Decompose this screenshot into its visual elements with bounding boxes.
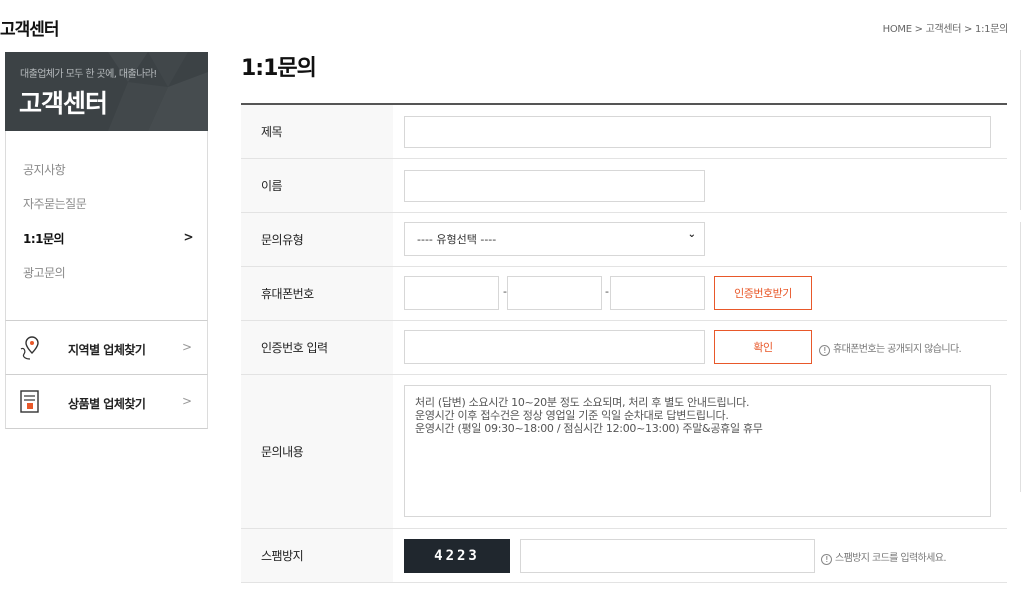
note-text: 휴대폰번호는 공개되지 않습니다. [833, 344, 962, 355]
phone-part3-input[interactable] [610, 276, 705, 310]
sidebar-item-advertising[interactable]: 광고문의 [23, 264, 193, 281]
captcha-code: 4223 [404, 539, 510, 573]
spam-note: ! 스팸방지 코드를 입력하세요. [821, 549, 947, 565]
section-title: 고객센터 [0, 20, 60, 40]
phone-part2-input[interactable] [507, 276, 602, 310]
chevron-right-icon: > [182, 340, 193, 354]
phone-label: 휴대폰번호 [241, 267, 393, 320]
request-code-button[interactable]: 인증번호받기 [714, 276, 812, 310]
banner-title: 고객센터 [19, 89, 108, 118]
side-panel-edge [1020, 222, 1024, 492]
phone-privacy-note: ! 휴대폰번호는 공개되지 않습니다. [819, 340, 962, 356]
finder-label: 지역별 업체찾기 [68, 343, 146, 357]
select-value: ---- 유형선택 ---- [417, 233, 497, 246]
sidebar-menu: 공지사항 자주묻는질문 1:1문의 > 광고문의 [5, 131, 208, 321]
verification-code-input[interactable] [404, 330, 705, 364]
breadcrumb: HOME > 고객센터 > 1:1문의 [882, 24, 1009, 35]
chevron-down-icon: ⌄ [687, 229, 696, 240]
form-row-type: 문의유형 ---- 유형선택 ---- ⌄ [241, 213, 1007, 267]
find-by-region-link[interactable]: 지역별 업체찾기 > [5, 321, 208, 375]
document-icon [20, 390, 39, 413]
page-title: 1:1문의 [241, 56, 317, 81]
captcha-input[interactable] [520, 539, 815, 573]
sidebar-item-inquiry[interactable]: 1:1문의 > [23, 230, 193, 247]
chevron-right-icon: > [183, 230, 193, 244]
find-by-product-link[interactable]: 상품별 업체찾기 > [5, 375, 208, 429]
phone-dash: - [605, 285, 609, 298]
inquiry-content-textarea[interactable]: 처리 (답변) 소요시간 10~20분 정도 소요되며, 처리 후 별도 안내드… [404, 385, 991, 517]
subject-label: 제목 [241, 105, 393, 158]
sidebar-item-label: 자주묻는질문 [23, 197, 87, 211]
form-row-code: 인증번호 입력 확인 ! 휴대폰번호는 공개되지 않습니다. [241, 321, 1007, 375]
inquiry-type-select[interactable]: ---- 유형선택 ---- ⌄ [404, 222, 705, 256]
chevron-right-icon: > [182, 394, 193, 408]
phone-part1-input[interactable] [404, 276, 499, 310]
type-label: 문의유형 [241, 213, 393, 266]
sidebar-banner: 대출업체가 모두 한 곳에, 대출나라! 고객센터 [5, 52, 208, 131]
form-row-subject: 제목 [241, 105, 1007, 159]
finder-label: 상품별 업체찾기 [68, 397, 146, 411]
form-row-name: 이름 [241, 159, 1007, 213]
sidebar-item-label: 광고문의 [23, 266, 66, 280]
content-label: 문의내용 [241, 375, 393, 528]
name-input[interactable] [404, 170, 705, 202]
form-row-phone: 휴대폰번호 - - 인증번호받기 [241, 267, 1007, 321]
sidebar-item-label: 공지사항 [23, 163, 66, 177]
sidebar-item-faq[interactable]: 자주묻는질문 [23, 195, 193, 212]
info-icon: ! [819, 345, 830, 356]
confirm-button[interactable]: 확인 [714, 330, 812, 364]
name-label: 이름 [241, 159, 393, 212]
subject-input[interactable] [404, 116, 991, 148]
side-panel-edge [1020, 50, 1024, 210]
map-pin-icon [20, 336, 39, 360]
code-label: 인증번호 입력 [241, 321, 393, 374]
note-text: 스팸방지 코드를 입력하세요. [835, 553, 947, 564]
info-icon: ! [821, 554, 832, 565]
spam-label: 스팸방지 [241, 529, 393, 582]
form-row-spam: 스팸방지 4223 ! 스팸방지 코드를 입력하세요. [241, 529, 1007, 583]
sidebar-item-notice[interactable]: 공지사항 [23, 161, 193, 178]
sidebar-item-label: 1:1문의 [23, 232, 65, 246]
inquiry-form: 제목 이름 문의유형 ---- 유형선택 ---- ⌄ 휴대폰번호 - - 인증… [241, 103, 1007, 583]
form-row-content: 문의내용 처리 (답변) 소요시간 10~20분 정도 소요되며, 처리 후 별… [241, 375, 1007, 529]
banner-subtitle: 대출업체가 모두 한 곳에, 대출나라! [20, 69, 157, 80]
